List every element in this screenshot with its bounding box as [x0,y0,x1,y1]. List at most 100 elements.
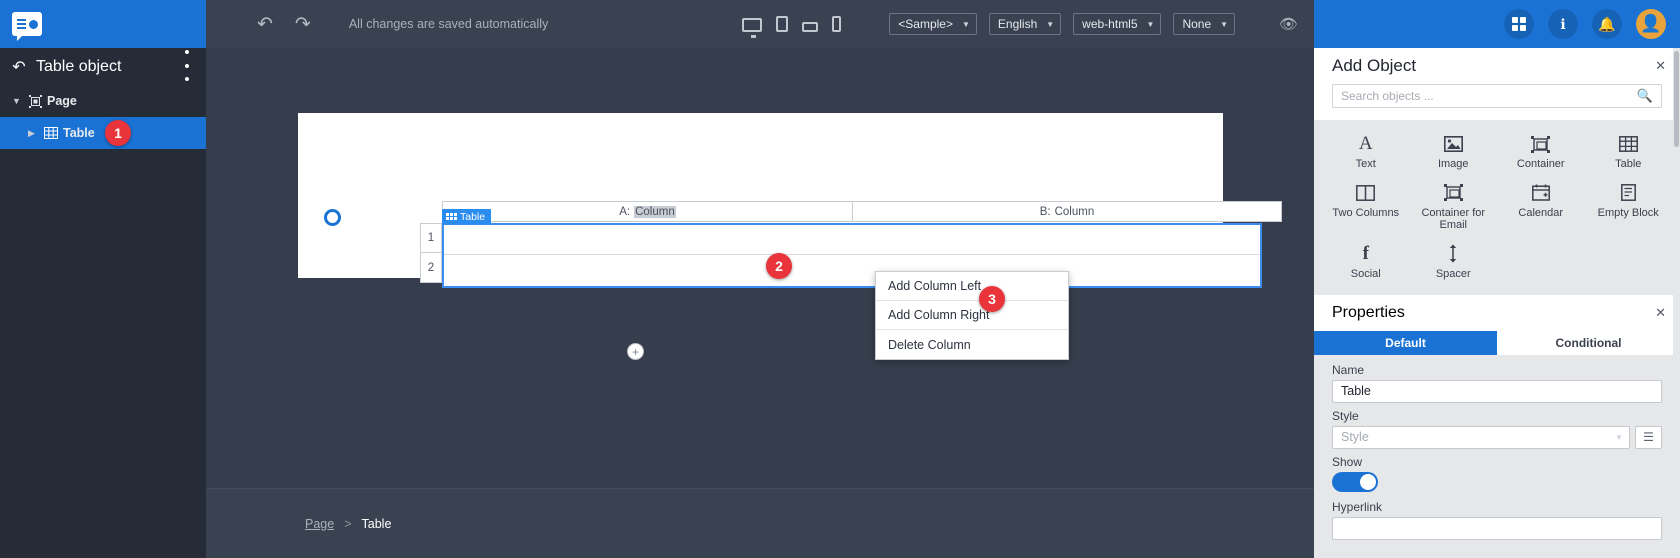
breadcrumb-item-table[interactable]: Table [362,517,392,531]
bell-icon[interactable]: 🔔 [1592,9,1622,39]
chevron-up-icon[interactable]: ✕ [1655,58,1666,74]
undo-icon[interactable]: ↶ [257,13,273,36]
column-header-b[interactable]: B: Column [853,202,1281,221]
row-number-gutter: 1 2 [420,223,442,283]
redo-icon[interactable]: ↷ [295,13,311,36]
column-header-a[interactable]: A: Column [443,202,853,221]
tab-default[interactable]: Default [1314,330,1497,355]
properties-tabs: Default Conditional [1314,330,1680,355]
chevron-right-icon[interactable] [28,128,42,139]
tablet-landscape-icon[interactable] [802,22,819,32]
palette-item-spacer[interactable]: Spacer [1410,240,1498,285]
page-title: Table object [36,57,122,75]
right-panel: Add Object ✕ 🔍 A Text Image [1314,48,1680,558]
menu-item-add-column-left[interactable]: Add Column Left [876,272,1068,301]
search-objects-wrap: 🔍 [1314,84,1680,120]
top-toolbar-right: ℹ 🔔 👤 [1314,0,1680,48]
two-columns-icon [1356,183,1376,203]
row-number[interactable]: 1 [420,223,442,253]
select-group: <Sample> ▼ English ▼ web-html5 ▼ None ▼ [889,13,1236,35]
style-select-value: Style [1341,430,1369,445]
sample-select[interactable]: <Sample> ▼ [889,13,977,35]
tab-conditional[interactable]: Conditional [1497,330,1680,355]
calendar-icon [1531,183,1550,203]
breadcrumb-item-page[interactable]: Page [305,517,334,531]
apps-grid-glyph [1512,17,1526,31]
chevron-down-icon: ▼ [961,19,970,29]
output-select[interactable]: web-html5 ▼ [1073,13,1162,35]
radio-select-handle[interactable] [324,209,341,226]
show-toggle[interactable] [1332,471,1378,492]
palette-item-two-columns[interactable]: Two Columns [1322,179,1410,236]
chevron-down-icon: ▼ [1146,19,1155,29]
menu-item-add-column-right[interactable]: Add Column Right [876,301,1068,330]
palette-item-label: Two Columns [1332,206,1400,219]
theme-select[interactable]: None ▼ [1173,13,1236,35]
table-icon [42,127,60,139]
info-icon[interactable]: ℹ [1548,9,1578,39]
row-number[interactable]: 2 [420,253,442,283]
logo-pie [28,19,38,29]
phone-icon[interactable] [832,16,842,32]
palette-item-container[interactable]: Container [1497,130,1585,175]
page-sheet[interactable]: 1 2 A: Column B: Column Table + 2 Add Co… [298,113,1488,360]
palette-item-empty-block[interactable]: Empty Block [1585,179,1673,236]
canvas-area: 1 2 A: Column B: Column Table + 2 Add Co… [206,48,1488,488]
chevron-up-icon[interactable]: ✕ [1655,305,1666,321]
sidebar-item-page[interactable]: Page [0,85,206,117]
palette-spacer-cell [1497,240,1585,285]
panel-scrollbar-thumb[interactable] [1674,51,1679,147]
app-logo-icon[interactable] [12,12,42,41]
search-objects-box[interactable]: 🔍 [1332,84,1662,108]
chevron-down-icon[interactable] [12,96,26,106]
language-select[interactable]: English ▼ [988,13,1062,35]
palette-item-social[interactable]: f Social [1322,240,1410,285]
palette-item-container-for-email[interactable]: Container for Email [1410,179,1498,236]
palette-item-label: Table [1615,158,1642,170]
style-editor-icon[interactable]: ☰ [1635,425,1662,449]
sidebar-item-table[interactable]: Table 1 [0,117,206,149]
table-object-tag[interactable]: Table [442,209,492,224]
hyperlink-field[interactable] [1332,516,1662,540]
style-label: Style [1332,408,1359,423]
container-icon [1531,134,1551,154]
style-select[interactable]: Style ▼ [1332,425,1630,449]
apps-grid-icon[interactable] [1504,9,1534,39]
panel-scrollbar[interactable] [1673,48,1680,558]
column-header-row: A: Column B: Column [442,201,1282,222]
palette-item-label: Image [1437,158,1469,170]
table-row[interactable] [444,255,1260,285]
palette-item-text[interactable]: A Text [1322,130,1410,175]
left-sidebar: ↶ Table object ••• Page Table 1 [0,0,206,558]
chevron-down-icon: ▼ [1615,432,1623,442]
app-root: ↶ Table object ••• Page Table 1 ↶ ↷ All … [0,0,1680,558]
table-row[interactable] [444,225,1260,255]
search-icon[interactable]: 🔍 [1637,88,1653,104]
logo-bar [0,0,206,48]
eye-icon[interactable]: 👁 [1279,15,1298,33]
tablet-icon[interactable] [776,16,789,32]
palette-item-calendar[interactable]: Calendar [1497,179,1585,236]
name-label: Name [1332,362,1365,377]
desktop-icon[interactable] [742,18,763,38]
palette-item-table[interactable]: Table [1585,130,1673,175]
column-prefix-b: B: [1039,205,1051,218]
properties-header: Properties ✕ [1314,294,1680,331]
column-name-b[interactable]: Column [1055,206,1095,218]
add-object-header: Add Object ✕ [1314,48,1680,84]
palette-item-label: Container [1516,158,1565,170]
hyperlink-label: Hyperlink [1332,499,1383,514]
page-icon [26,94,44,108]
add-row-button[interactable]: + [627,343,644,360]
kebab-menu-icon[interactable]: • • • [178,46,196,87]
palette-item-image[interactable]: Image [1410,130,1498,175]
search-input[interactable] [1341,89,1622,103]
back-arrow-icon[interactable]: ↶ [8,57,30,77]
user-avatar[interactable]: 👤 [1636,9,1666,39]
table-body[interactable] [442,223,1262,288]
menu-item-delete-column[interactable]: Delete Column [876,330,1068,359]
palette-item-label: Text [1355,158,1376,170]
theme-select-value: None [1182,17,1212,31]
name-field[interactable]: Table [1332,379,1662,403]
column-name-a[interactable]: Column [634,205,676,218]
